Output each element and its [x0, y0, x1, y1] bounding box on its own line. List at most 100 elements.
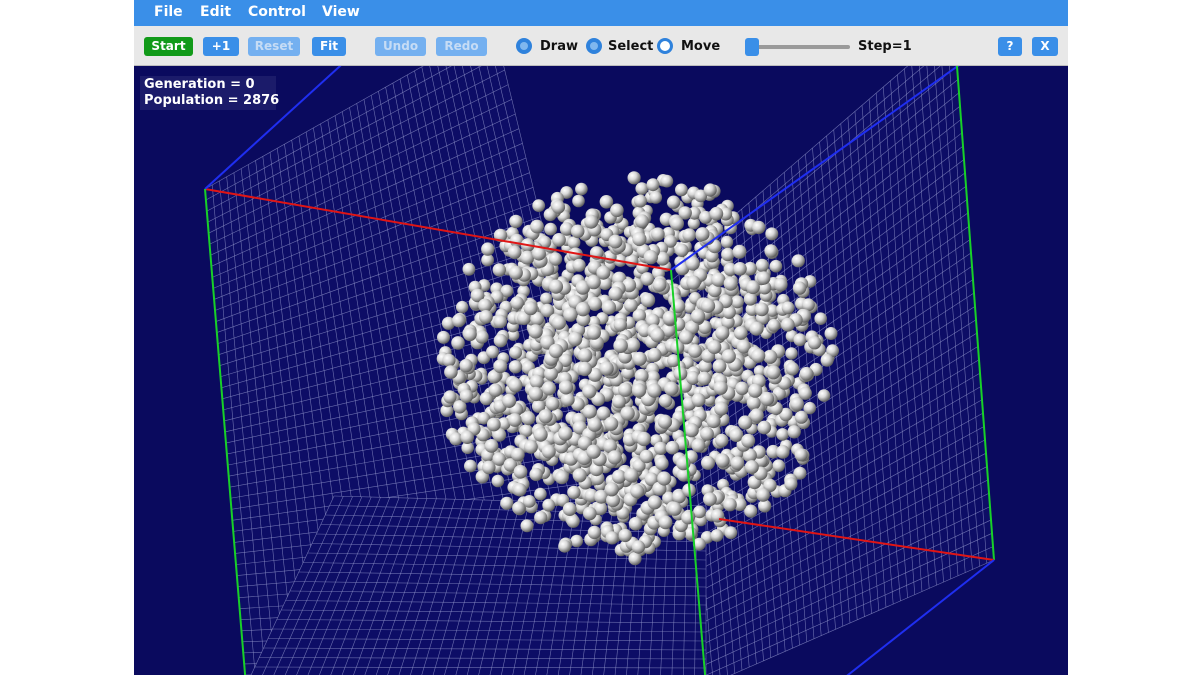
- cell: [723, 497, 737, 512]
- menu-file[interactable]: File: [154, 3, 183, 21]
- cell: [766, 365, 781, 380]
- cell: [640, 272, 655, 286]
- cell: [486, 345, 499, 359]
- cell: [787, 425, 801, 439]
- redo-button[interactable]: Redo: [436, 37, 487, 56]
- cell: [570, 224, 585, 239]
- cell: [748, 383, 763, 398]
- cell: [631, 383, 647, 398]
- cell: [552, 233, 566, 247]
- cell: [658, 515, 673, 530]
- cell: [710, 529, 724, 542]
- cell: [752, 220, 766, 235]
- fit-button[interactable]: Fit: [312, 37, 346, 56]
- cell: [510, 447, 525, 462]
- cell: [700, 427, 714, 441]
- cell: [567, 485, 581, 500]
- cell: [707, 340, 722, 355]
- generation-readout: Generation = 0: [144, 77, 255, 92]
- cell: [444, 365, 458, 379]
- cell: [647, 495, 662, 510]
- cell: [723, 276, 738, 291]
- cell: [628, 552, 642, 566]
- cell: [684, 423, 699, 438]
- cell: [529, 467, 543, 482]
- select-radio[interactable]: [586, 38, 602, 54]
- close-button[interactable]: X: [1032, 37, 1058, 56]
- cell: [735, 381, 749, 396]
- cell: [715, 453, 730, 468]
- draw-radio[interactable]: [516, 38, 532, 54]
- cell: [703, 492, 717, 507]
- undo-button[interactable]: Undo: [375, 37, 426, 56]
- cell: [493, 333, 508, 348]
- cell: [437, 330, 450, 344]
- cell: [508, 360, 523, 374]
- cell: [513, 464, 528, 479]
- cell: [562, 502, 577, 516]
- cell: [575, 302, 591, 317]
- cell: [781, 301, 795, 315]
- cell: [733, 262, 747, 276]
- cell: [584, 214, 599, 229]
- cell: [767, 318, 781, 332]
- cell: [772, 459, 785, 473]
- cell: [493, 314, 508, 329]
- menu-view[interactable]: View: [322, 3, 360, 21]
- cell: [500, 496, 514, 510]
- cell: [631, 540, 646, 554]
- move-radio[interactable]: [657, 38, 673, 54]
- app-window: File Edit Control View Start +1 Reset Fi…: [134, 0, 1068, 675]
- cell: [729, 428, 744, 443]
- cell: [443, 390, 457, 404]
- menu-edit[interactable]: Edit: [200, 3, 231, 21]
- cell: [611, 469, 627, 484]
- start-button[interactable]: Start: [144, 37, 193, 56]
- cell: [733, 326, 748, 340]
- cell: [785, 347, 798, 360]
- cell: [604, 482, 619, 497]
- cell: [567, 331, 583, 347]
- cell: [730, 295, 744, 309]
- cell: [697, 371, 712, 386]
- help-button[interactable]: ?: [998, 37, 1022, 56]
- cell: [572, 194, 585, 208]
- cell: [451, 336, 465, 350]
- cell: [532, 199, 546, 213]
- cell: [551, 200, 566, 214]
- cell: [799, 366, 814, 381]
- cell: [633, 194, 647, 208]
- cell: [459, 358, 473, 373]
- 3d-viewport[interactable]: [134, 66, 1068, 675]
- cell: [554, 470, 569, 485]
- cell: [666, 195, 681, 209]
- cell: [646, 178, 660, 192]
- step-slider-track[interactable]: [746, 45, 850, 49]
- cell: [452, 313, 466, 328]
- cell: [675, 183, 688, 197]
- cell: [618, 528, 632, 543]
- cell: [510, 296, 524, 310]
- cell: [643, 250, 658, 265]
- menu-control[interactable]: Control: [248, 3, 306, 21]
- cell: [738, 415, 753, 430]
- step-one-button[interactable]: +1: [203, 37, 239, 56]
- cell: [493, 359, 508, 374]
- cell: [820, 353, 834, 367]
- cell: [688, 344, 702, 358]
- cell: [732, 244, 747, 259]
- reset-button[interactable]: Reset: [248, 37, 300, 56]
- cell: [508, 413, 522, 427]
- cell: [755, 258, 769, 272]
- cell: [649, 191, 663, 204]
- cell: [575, 182, 588, 196]
- cell: [586, 274, 601, 290]
- cell: [746, 395, 761, 410]
- toolbar: Start +1 Reset Fit Undo Redo Draw Select…: [134, 26, 1068, 66]
- cell: [817, 389, 831, 402]
- cell: [730, 456, 745, 470]
- step-slider-thumb[interactable]: [745, 38, 759, 56]
- cell: [655, 456, 669, 471]
- cell: [456, 300, 469, 314]
- cell: [533, 427, 548, 442]
